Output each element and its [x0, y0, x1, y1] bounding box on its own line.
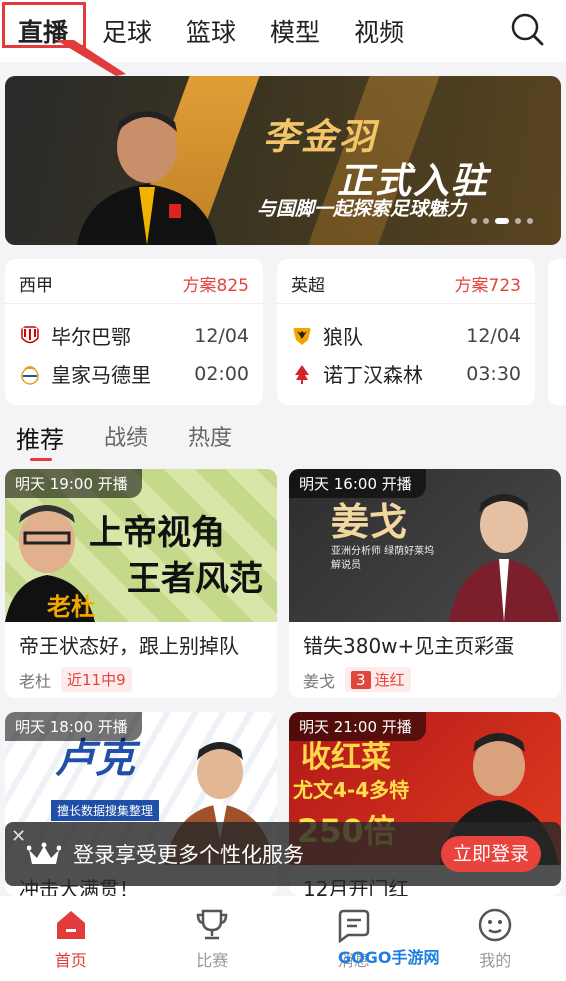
streak-tag: 3 连红: [345, 667, 411, 692]
streak-label: 连红: [374, 671, 405, 689]
stream-thumbnail: 姜戈 亚洲分析师 绿荫好莱坞解说员 明天 16:00 开播: [289, 469, 561, 622]
wolves-logo-icon: [293, 327, 311, 345]
team-name: 狼队: [323, 325, 363, 349]
team-row: 皇家马德里 02:00: [19, 359, 249, 388]
divider: [277, 303, 535, 304]
forest-logo-icon: [295, 364, 309, 384]
tab-video[interactable]: 视频: [354, 13, 404, 49]
schedule-badge: 明天 18:00 开播: [5, 712, 142, 741]
tab-hot[interactable]: 热度: [188, 420, 232, 455]
plan-count: 方案723: [454, 276, 521, 296]
login-prompt: ✕ 登录享受更多个性化服务 立即登录: [5, 822, 561, 886]
team-row: 毕尔巴鄂 12/04: [19, 321, 249, 350]
match-date: 12/04: [194, 324, 249, 347]
close-icon[interactable]: ✕: [11, 826, 26, 847]
login-prompt-text: 登录享受更多个性化服务: [73, 843, 304, 867]
author-name: 老杜: [19, 671, 52, 691]
promo-banner[interactable]: 李金羽 正式入驻 与国脚一起探索足球魅力: [5, 76, 561, 245]
message-icon: [338, 909, 369, 943]
team-name: 毕尔巴鄂: [51, 325, 131, 349]
nav-match-label: 比赛: [196, 950, 229, 970]
team-row: 狼队 12/04: [291, 321, 521, 350]
bottom-nav: 首页 比赛 消息 我的: [0, 896, 566, 981]
host-photo: [449, 494, 559, 622]
team-row: 诺丁汉森林 03:30: [291, 359, 521, 388]
stream-title: 错失380w+见主页彩蛋: [303, 634, 515, 658]
schedule-badge: 明天 19:00 开播: [5, 469, 142, 498]
team-name: 诺丁汉森林: [323, 363, 423, 387]
thumb-subtitle: 王者风范: [127, 559, 263, 599]
schedule-badge: 明天 16:00 开播: [289, 469, 426, 498]
tab-recommend[interactable]: 推荐: [16, 420, 64, 461]
stream-card[interactable]: 姜戈 亚洲分析师 绿荫好莱坞解说员 明天 16:00 开播 错失380w+见主页…: [289, 469, 561, 698]
banner-line3: 与国脚一起探索足球魅力: [257, 198, 467, 220]
divider: [5, 303, 263, 304]
bilbao-logo-icon: [21, 325, 39, 343]
carousel-dots: [471, 218, 533, 224]
stream-card[interactable]: 上帝视角 王者风范 老杜 明天 19:00 开播 帝王状态好，跟上别掉队 老杜 …: [5, 469, 277, 698]
match-card-partial[interactable]: [548, 259, 566, 405]
team-name: 皇家马德里: [51, 363, 151, 387]
match-card[interactable]: 英超 方案723 狼队 12/04 诺丁汉森林 03:30: [277, 259, 535, 405]
thumb-subtitle: 擅长数据搜集整理: [51, 800, 160, 821]
home-icon: [56, 910, 85, 939]
nav-profile[interactable]: 我的: [445, 907, 545, 971]
nav-home[interactable]: 首页: [21, 907, 121, 971]
trophy-icon: [196, 909, 228, 939]
carousel-dot: [527, 218, 533, 224]
search-icon[interactable]: [510, 12, 544, 46]
stream-title: 帝王状态好，跟上别掉队: [19, 634, 239, 658]
nav-profile-label: 我的: [479, 950, 512, 970]
stream-thumbnail: 上帝视角 王者风范 老杜 明天 19:00 开播: [5, 469, 277, 622]
match-date: 12/04: [466, 324, 521, 347]
tab-model[interactable]: 模型: [270, 13, 320, 49]
streak-count: 3: [351, 671, 371, 689]
smiley-icon: [479, 908, 512, 941]
tab-record[interactable]: 战绩: [104, 420, 148, 455]
match-card[interactable]: 西甲 方案825 毕尔巴鄂 12/04 皇家马德里 02:00: [5, 259, 263, 405]
match-time: 03:30: [466, 362, 521, 385]
thumb-title: 上帝视角: [89, 513, 225, 553]
match-time: 02:00: [194, 362, 249, 385]
highlight-arrow: [56, 40, 126, 76]
carousel-dot-active: [495, 218, 509, 224]
coach-photo: [77, 111, 217, 245]
thumb-host-name: 老杜: [47, 593, 95, 621]
schedule-badge: 明天 21:00 开播: [289, 712, 426, 741]
thumb-subtitle: 亚洲分析师 绿荫好莱坞解说员: [331, 546, 435, 571]
league-name: 西甲: [19, 276, 53, 296]
nav-home-label: 首页: [54, 950, 87, 970]
carousel-dot: [483, 218, 489, 224]
plan-count: 方案825: [182, 276, 249, 296]
nav-match[interactable]: 比赛: [162, 907, 262, 971]
thumb-title: 姜戈: [331, 500, 408, 544]
real-madrid-logo-icon: [21, 365, 39, 385]
content-tabs: 推荐 战绩 热度: [16, 420, 232, 461]
tab-basketball[interactable]: 篮球: [186, 13, 236, 49]
crown-icon: [27, 842, 61, 864]
thumb-subtitle: 尤文4-4多特: [293, 778, 410, 802]
league-name: 英超: [291, 276, 325, 296]
carousel-dot: [471, 218, 477, 224]
login-button[interactable]: 立即登录: [440, 836, 541, 872]
watermark-logo: GOGO手游网: [338, 948, 440, 967]
carousel-dot: [515, 218, 521, 224]
author-name: 姜戈: [303, 671, 336, 691]
record-tag: 近11中9: [61, 667, 132, 692]
